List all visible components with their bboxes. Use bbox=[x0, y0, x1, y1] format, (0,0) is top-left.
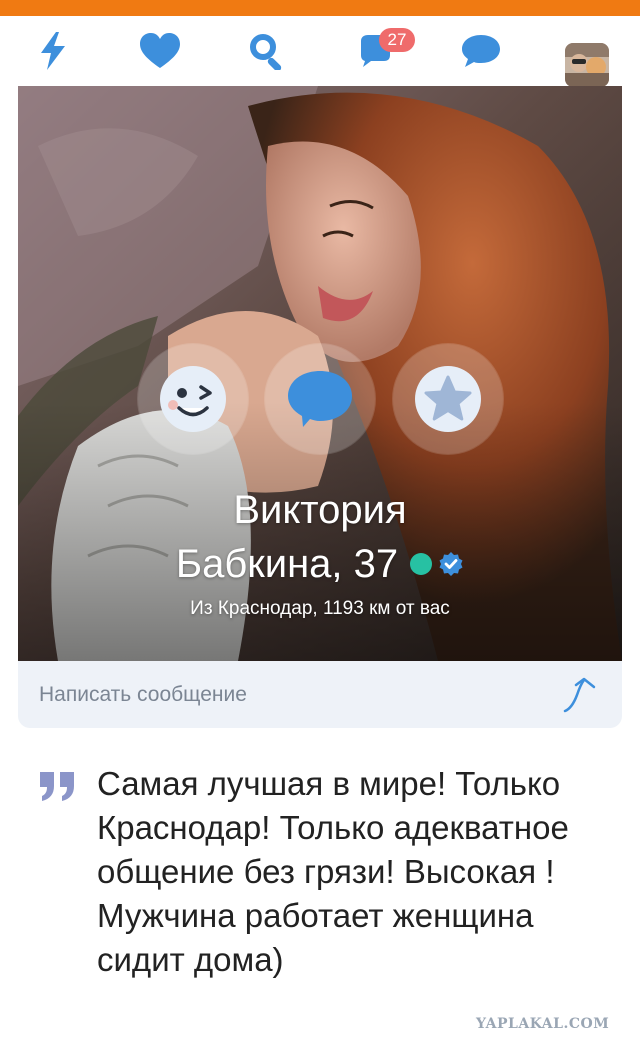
message-bubble-icon bbox=[288, 371, 352, 427]
nav-messages[interactable] bbox=[455, 26, 507, 76]
online-indicator bbox=[410, 553, 433, 575]
profile-name: Виктория bbox=[233, 488, 407, 532]
profile-avatar[interactable] bbox=[565, 43, 609, 87]
nav-search[interactable] bbox=[241, 26, 293, 76]
top-accent-bar bbox=[0, 0, 640, 16]
avatar-image bbox=[565, 43, 609, 87]
profile-name-age: Бабкина, 37 bbox=[175, 542, 399, 586]
nav-likes[interactable] bbox=[134, 26, 186, 76]
site-watermark: YAPLAKAL.COM bbox=[476, 1016, 610, 1032]
send-button[interactable] bbox=[560, 675, 600, 715]
search-icon bbox=[250, 34, 282, 70]
heart-icon bbox=[140, 33, 180, 68]
profile-location: Из Краснодар, 1193 км от вас bbox=[190, 598, 450, 619]
lightning-icon bbox=[41, 32, 65, 70]
favorite-button[interactable] bbox=[393, 344, 503, 454]
wink-button[interactable] bbox=[138, 344, 248, 454]
profile-card: Виктория Бабкина, 37 Из Краснодар, 1193 … bbox=[18, 86, 622, 728]
message-icon bbox=[462, 35, 500, 67]
unread-badge: 27 bbox=[379, 28, 415, 52]
star-icon bbox=[415, 366, 481, 432]
verified-badge-icon bbox=[439, 552, 463, 576]
nav-chats[interactable]: 27 bbox=[349, 26, 415, 76]
message-input-bar[interactable]: Написать сообщение bbox=[18, 661, 622, 728]
about-text: Самая лучшая в мире! Только Краснодар! Т… bbox=[97, 765, 569, 978]
send-arrow-icon bbox=[563, 677, 596, 713]
wink-icon bbox=[160, 366, 226, 432]
top-navigation: 27 bbox=[0, 16, 640, 87]
profile-photo[interactable]: Виктория Бабкина, 37 Из Краснодар, 1193 … bbox=[18, 86, 622, 661]
profile-name-age-row: Бабкина, 37 bbox=[18, 541, 622, 587]
message-input-placeholder[interactable]: Написать сообщение bbox=[39, 683, 247, 707]
quote-icon bbox=[38, 768, 78, 809]
message-action-button[interactable] bbox=[265, 344, 375, 454]
nav-lightning[interactable] bbox=[27, 26, 79, 76]
